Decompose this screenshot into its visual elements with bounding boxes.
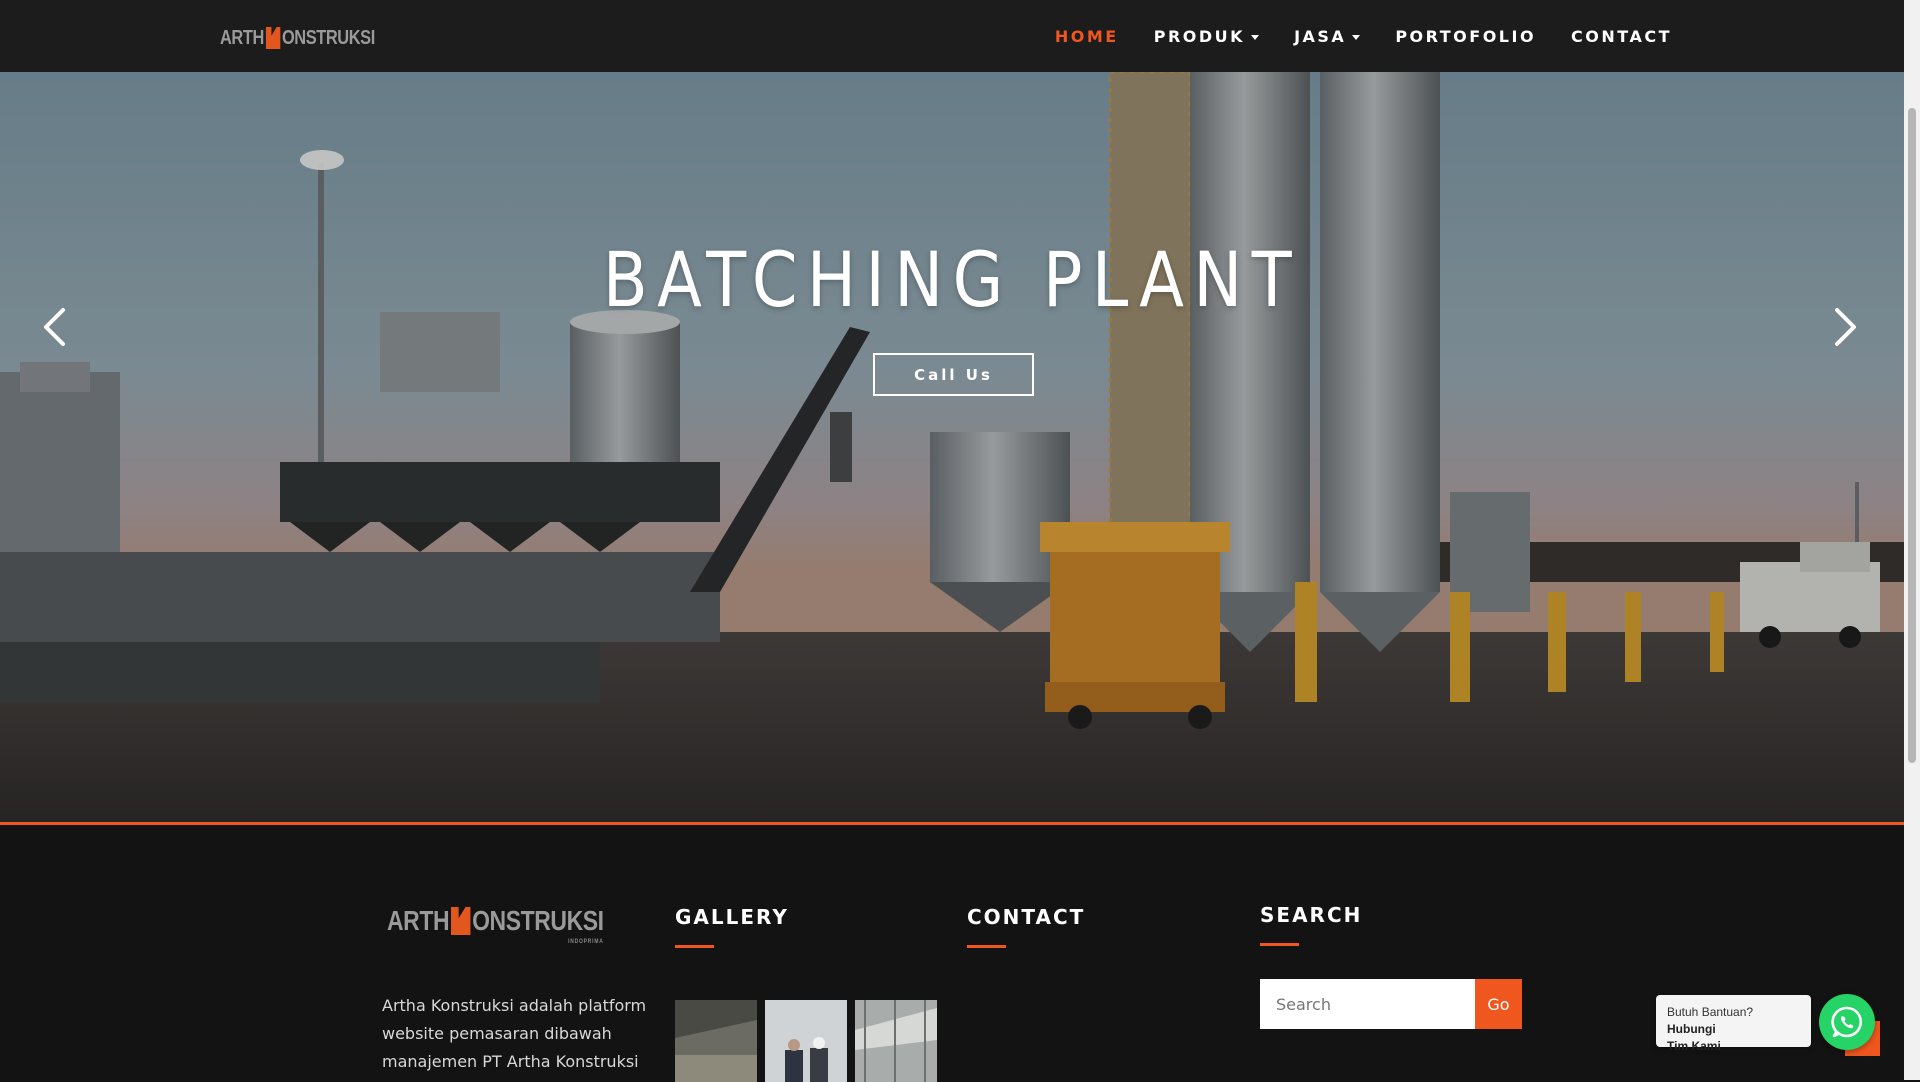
scrollbar-thumb[interactable]	[1908, 108, 1916, 763]
caret-down-icon	[1352, 34, 1361, 40]
gallery-heading: GALLERY	[675, 905, 789, 948]
brand-logo[interactable]: ARTH ONSTRUKSI	[220, 24, 409, 52]
nav-item-jasa[interactable]: JASA	[1294, 27, 1361, 46]
caret-down-icon	[1251, 34, 1260, 40]
nav-item-produk[interactable]: PRODUK	[1154, 27, 1260, 46]
whatsapp-help-bold-2: Tim Kami	[1667, 1039, 1721, 1053]
whatsapp-icon	[1831, 1006, 1863, 1038]
whatsapp-help-bubble[interactable]: Butuh Bantuan? Hubungi Tim Kami	[1656, 995, 1811, 1053]
logo-k-mark	[265, 27, 281, 49]
gallery-image	[675, 1000, 757, 1082]
footer-logo-wordmark: ARTH ONSTRUKSI INDOPRIMA	[387, 905, 604, 945]
nav-item-contact[interactable]: CONTACT	[1571, 27, 1672, 46]
call-us-button[interactable]: Call Us	[873, 353, 1034, 396]
whatsapp-help-bold: Hubungi	[1667, 1022, 1716, 1036]
nav-item-portofolio[interactable]: PORTOFOLIO	[1395, 27, 1536, 46]
page-scrollbar[interactable]	[1904, 0, 1920, 1080]
hero-overlay	[0, 72, 1904, 822]
logo-k-mark	[450, 907, 471, 935]
gallery-thumb[interactable]	[855, 1000, 937, 1082]
whatsapp-button[interactable]	[1819, 994, 1875, 1050]
slider-next-button[interactable]	[1824, 302, 1864, 352]
gallery-thumb[interactable]	[765, 1000, 847, 1082]
search-input[interactable]	[1260, 979, 1475, 1029]
gallery-image	[765, 1000, 847, 1082]
whatsapp-help-text: Butuh Bantuan?	[1667, 1005, 1754, 1019]
contact-heading: CONTACT	[967, 905, 1086, 948]
nav-item-home[interactable]: HOME	[1055, 27, 1119, 46]
footer-about-text: Artha Konstruksi adalah platform website…	[382, 996, 647, 1071]
slider-prev-button[interactable]	[36, 302, 76, 352]
search-heading: SEARCH	[1260, 903, 1363, 946]
gallery-image	[855, 1000, 937, 1082]
gallery-grid	[675, 1000, 937, 1082]
logo-subtitle: INDOPRIMA	[568, 939, 604, 945]
search-form: Go	[1260, 979, 1522, 1029]
search-go-button[interactable]: Go	[1475, 979, 1522, 1029]
footer: ARTH ONSTRUKSI INDOPRIMA Artha Konstruksi…	[0, 825, 1904, 1082]
top-navbar: ARTH ONSTRUKSI HOME PRODUK JASA PORTOFOLI…	[0, 0, 1904, 72]
footer-logo[interactable]: ARTH ONSTRUKSI INDOPRIMA	[387, 905, 651, 945]
hero-slider: BATCHING PLANT Call Us	[0, 72, 1904, 822]
chevron-right-icon	[1835, 308, 1856, 346]
chevron-left-icon	[44, 308, 65, 346]
hero-title: BATCHING PLANT	[602, 235, 1302, 324]
gallery-thumb[interactable]	[675, 1000, 757, 1082]
main-nav: HOME PRODUK JASA PORTOFOLIO CONTACT	[1020, 0, 1672, 72]
logo-wordmark: ARTH ONSTRUKSI	[220, 26, 375, 49]
